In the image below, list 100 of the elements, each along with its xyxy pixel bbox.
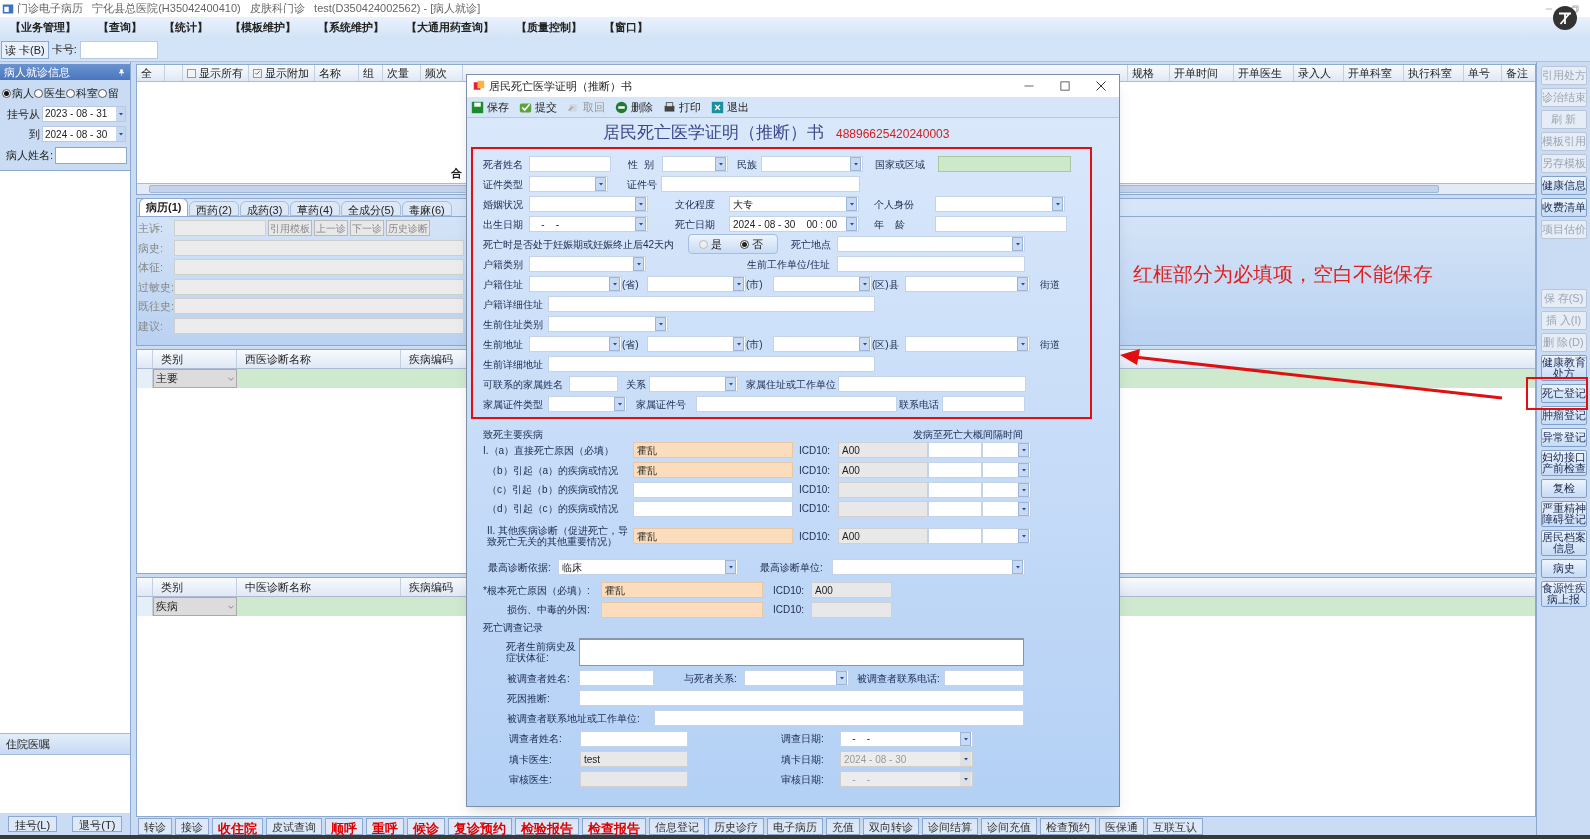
field-label: 死者生前病史及症状体征:: [505, 641, 577, 663]
field-label: 病人姓名:: [4, 147, 53, 163]
field-label: (市): [746, 278, 764, 290]
field-label: （b）引起（a）的疾病或情况: [486, 464, 620, 476]
field-label: 可联系的家属姓名: [483, 378, 564, 390]
field-label: (省): [622, 278, 640, 290]
card-number-label: 卡号:: [51, 42, 77, 58]
field-label: 填卡医生:: [508, 753, 553, 765]
serial-number: 48896625420240003: [836, 126, 950, 143]
field-label: I.（a）直接死亡原因（必填）: [483, 444, 616, 456]
field-label: 建议:: [138, 318, 165, 334]
field-label: 联系电话: [898, 398, 940, 410]
field-label: 个人身份: [873, 198, 915, 210]
field-label: 街道: [1039, 278, 1061, 290]
field-label: 家属住址或工作单位: [745, 378, 837, 390]
field-label: 户籍住址: [483, 278, 524, 290]
field-label: II. 其他疾病诊断（促进死亡，导致死亡无关的其他重要情况）: [486, 525, 630, 547]
panel-title: 病人就诊信息: [4, 64, 70, 80]
field-label: 证件类型: [483, 178, 524, 190]
column-header: 执行科室: [1403, 65, 1463, 81]
field-label: 街道: [1039, 338, 1061, 350]
field-label: 死因推断:: [506, 692, 551, 704]
field-label: 文化程度: [674, 198, 716, 210]
field-label: 挂号从: [6, 106, 40, 122]
column-header: 备注: [1501, 65, 1535, 81]
field-label: 证件号: [626, 178, 658, 190]
column-header: 开单医生: [1233, 65, 1293, 81]
field-label: 生前工作单位/住址: [746, 258, 831, 270]
field-label: ICD10:: [798, 464, 832, 476]
field-label: 调查日期:: [780, 733, 825, 744]
field-label: 审核日期:: [780, 773, 825, 785]
section-title: 住院医嘱: [6, 736, 50, 752]
field-label: 调查者姓名:: [508, 733, 563, 744]
field-label: 主诉:: [138, 221, 165, 236]
column-header: 规格: [1127, 65, 1169, 81]
field-label: ICD10:: [772, 604, 806, 615]
field-label: 过敏史:: [138, 279, 172, 295]
field-label: 被调查者联系电话:: [856, 672, 941, 684]
column-header: 录入人: [1293, 65, 1343, 81]
field-label: 被调查者联系地址或工作单位:: [506, 712, 641, 724]
form-heading: 居民死亡医学证明（推断）书: [603, 121, 824, 144]
column-header: 单号: [1463, 65, 1501, 81]
field-label: 死亡时是否处于妊娠期或妊娠终止后42天内: [483, 238, 676, 250]
field-label: (省): [622, 338, 640, 350]
field-label: 审核医生:: [508, 773, 553, 785]
window-title: 门诊电子病历 宁化县总医院(H35042400410) 皮肤科门诊 test(D350424002562) - [病人就诊]: [17, 1, 481, 17]
column-header: 组: [359, 65, 383, 81]
field-label: 婚姻状况: [483, 198, 524, 210]
field-label: ICD10:: [798, 484, 832, 495]
field-label: 死亡调查记录: [483, 622, 544, 633]
field-label: 性 别: [627, 158, 655, 170]
field-label: 损伤、中毒的外因:: [506, 604, 591, 615]
column-header: 类别: [153, 350, 237, 368]
field-label: 体征:: [138, 260, 165, 275]
column-header: 名称: [315, 65, 359, 81]
column-header: 全: [137, 65, 165, 81]
field-label: ICD10:: [798, 444, 832, 456]
field-label: 死亡地点: [790, 238, 832, 250]
field-label: (市): [746, 338, 764, 350]
dialog-title: 居民死亡医学证明（推断）书: [489, 78, 632, 94]
field-label: 最高诊断依据:: [487, 561, 552, 573]
field-label: 关系: [625, 378, 647, 390]
field-label: 民族: [736, 158, 758, 170]
field-label: ICD10:: [798, 530, 832, 542]
field-label: 病史:: [138, 240, 165, 256]
field-label: 死亡日期: [674, 218, 716, 230]
field-label: 生前地址: [483, 338, 524, 350]
field-label: ICD10:: [798, 503, 832, 514]
column-header: 次量: [383, 65, 421, 81]
field-label: 发病至死亡大概间隔时间: [913, 429, 1024, 440]
field-label: （c）引起（b）的疾病或情况: [486, 484, 619, 495]
column-header: 显示所有: [183, 65, 249, 81]
field-label: 与死者关系:: [683, 672, 738, 684]
field-label: (区)县: [872, 338, 900, 350]
column-header: 开单时间: [1169, 65, 1233, 81]
field-label: 致死主要疾病: [483, 429, 544, 440]
field-label: 出生日期: [483, 218, 524, 230]
field-label: 到: [28, 127, 40, 142]
annotation-text: 红框部分为必填项，空白不能保存: [1133, 262, 1433, 287]
field-label: 国家或区域: [874, 158, 926, 170]
field-label: 户籍详细住址: [483, 298, 544, 310]
column-header: 中医诊断名称: [237, 578, 401, 596]
field-label: 家属证件号: [635, 398, 687, 410]
total-label: 合: [451, 165, 462, 181]
field-label: 年 龄: [873, 218, 907, 230]
column-header: 显示附加: [249, 65, 315, 81]
field-label: 户籍类别: [483, 258, 524, 270]
column-header: 西医诊断名称: [237, 350, 401, 368]
field-label: 生前住址类别: [483, 318, 544, 330]
field-label: 家属证件类型: [483, 398, 544, 410]
field-label: 死者姓名: [483, 158, 524, 170]
field-label: ICD10:: [772, 584, 806, 596]
field-label: 填卡日期:: [780, 753, 825, 765]
field-label: （d）引起（c）的疾病或情况: [486, 503, 619, 514]
field-label: 最高诊断单位:: [759, 561, 824, 573]
column-header: 频次: [421, 65, 463, 81]
field-label: (区)县: [872, 278, 900, 290]
column-header: 类别: [153, 578, 237, 596]
field-label: 既往史:: [138, 299, 172, 314]
field-label: 被调查者姓名:: [506, 672, 571, 684]
